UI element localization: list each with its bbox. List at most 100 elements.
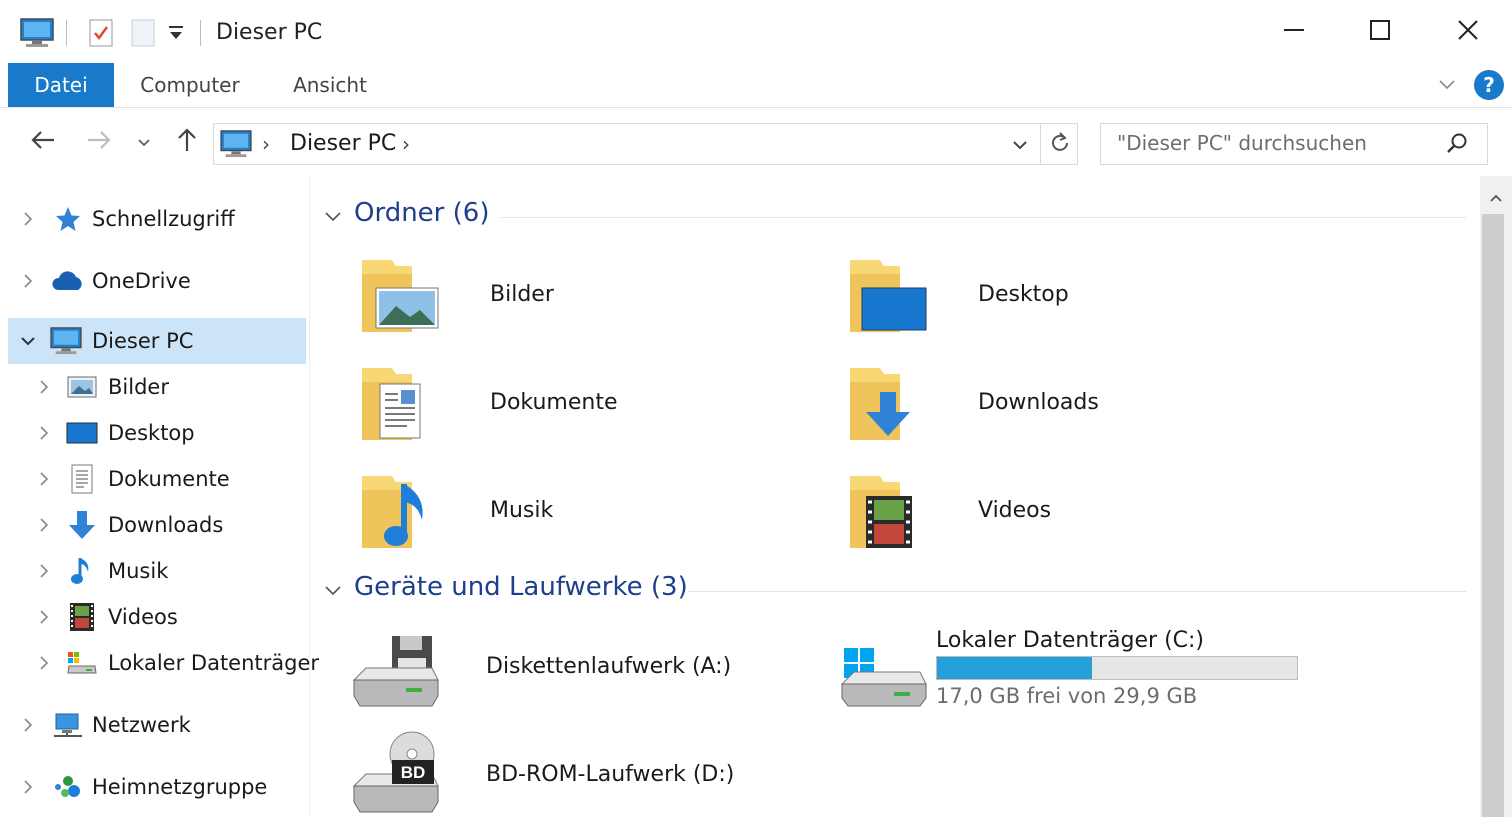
sidebar-item-onedrive[interactable]: OneDrive: [8, 258, 306, 304]
address-bar[interactable]: › Dieser PC ›: [213, 123, 1078, 165]
arrow-up-icon: [176, 127, 198, 157]
folder-tile-musik[interactable]: Musik: [352, 470, 772, 570]
group-header-ordner[interactable]: Ordner (6): [324, 198, 1474, 234]
breadcrumb-dieser-pc[interactable]: Dieser PC: [290, 131, 396, 156]
customize-toolbar-icon[interactable]: [166, 22, 186, 48]
divider: [688, 591, 1466, 592]
network-icon: [52, 709, 84, 741]
back-button[interactable]: [26, 124, 60, 160]
tab-ansicht[interactable]: Ansicht: [276, 63, 384, 107]
tab-computer[interactable]: Computer: [126, 63, 254, 107]
chevron-right-icon[interactable]: [34, 653, 54, 673]
drive-tile-d[interactable]: BD BD-ROM-Laufwerk (D:): [348, 730, 768, 817]
navigation-pane: Schnellzugriff OneDrive Dieser PC Bilder…: [0, 176, 319, 817]
sidebar-item-netzwerk[interactable]: Netzwerk: [8, 702, 306, 748]
search-input[interactable]: [1117, 131, 1437, 155]
close-icon: [1457, 19, 1479, 45]
drive-label: Lokaler Datenträger (C:): [936, 628, 1205, 653]
ribbon: Datei Computer Ansicht ?: [0, 62, 1512, 108]
sidebar-item-dieser-pc[interactable]: Dieser PC: [8, 318, 306, 364]
chevron-right-icon[interactable]: [18, 777, 38, 797]
up-button[interactable]: [170, 124, 204, 160]
chevron-right-icon[interactable]: [34, 469, 54, 489]
maximize-button[interactable]: [1356, 12, 1404, 52]
tab-datei[interactable]: Datei: [8, 63, 114, 107]
new-folder-icon[interactable]: [130, 18, 156, 52]
group-label: Geräte und Laufwerke (3): [354, 572, 688, 602]
sidebar-item-videos[interactable]: Videos: [8, 594, 306, 640]
sidebar-item-label: Desktop: [108, 421, 195, 445]
bd-rom-drive-icon: BD: [348, 730, 448, 817]
chevron-right-icon[interactable]: [18, 271, 38, 291]
chevron-down-icon: [137, 133, 151, 152]
sidebar-item-heimnetzgruppe[interactable]: Heimnetzgruppe: [8, 764, 306, 810]
folder-tile-downloads[interactable]: Downloads: [840, 362, 1260, 462]
chevron-right-icon[interactable]: [34, 377, 54, 397]
sidebar-item-downloads[interactable]: Downloads: [8, 502, 306, 548]
minimize-button[interactable]: [1270, 12, 1318, 52]
pictures-icon: [66, 371, 98, 403]
search-box[interactable]: [1100, 123, 1488, 165]
sidebar-item-label: Musik: [108, 559, 169, 583]
chevron-up-icon: [1489, 188, 1503, 207]
chevron-right-icon[interactable]: [18, 715, 38, 735]
chevron-right-icon[interactable]: [34, 561, 54, 581]
close-button[interactable]: [1444, 12, 1492, 52]
refresh-button[interactable]: [1040, 124, 1078, 164]
chevron-down-icon[interactable]: [18, 331, 38, 351]
chevron-right-icon[interactable]: [34, 515, 54, 535]
drive-free-space: 17,0 GB frei von 29,9 GB: [936, 684, 1198, 708]
arrow-right-icon: [86, 129, 112, 155]
chevron-down-icon: [324, 208, 342, 227]
homegroup-icon: [52, 771, 84, 803]
drive-usage-fill: [937, 657, 1093, 679]
folder-label: Desktop: [978, 282, 1069, 307]
address-history-button[interactable]: [1002, 124, 1038, 164]
chevron-right-icon[interactable]: [18, 209, 38, 229]
search-icon[interactable]: [1445, 132, 1469, 160]
scrollbar-thumb[interactable]: [1482, 214, 1504, 817]
local-disk-icon: [66, 647, 98, 679]
help-button[interactable]: ?: [1474, 70, 1504, 100]
drive-label: BD-ROM-Laufwerk (D:): [486, 762, 735, 787]
drive-tile-a[interactable]: Diskettenlaufwerk (A:): [348, 622, 768, 722]
sidebar-item-dokumente[interactable]: Dokumente: [8, 456, 306, 502]
window-title: Dieser PC: [216, 20, 323, 45]
folder-tile-desktop[interactable]: Desktop: [840, 254, 1260, 354]
forward-button[interactable]: [82, 124, 116, 160]
folder-label: Musik: [490, 498, 554, 523]
chevron-down-icon: [1438, 76, 1456, 95]
chevron-right-icon[interactable]: [34, 607, 54, 627]
separator: [200, 20, 201, 46]
sidebar-item-schnellzugriff[interactable]: Schnellzugriff: [8, 196, 306, 242]
vertical-scrollbar[interactable]: [1480, 176, 1512, 817]
group-label: Ordner (6): [354, 198, 490, 228]
folder-tile-dokumente[interactable]: Dokumente: [352, 362, 772, 462]
scroll-up-button[interactable]: [1480, 182, 1512, 212]
arrow-left-icon: [30, 129, 56, 155]
sidebar-item-bilder[interactable]: Bilder: [8, 364, 306, 410]
downloads-folder-icon: [840, 362, 940, 462]
chevron-down-icon: [1012, 135, 1028, 154]
computer-icon: [220, 130, 252, 162]
sidebar-item-musik[interactable]: Musik: [8, 548, 306, 594]
sidebar-item-label: Bilder: [108, 375, 169, 399]
drive-label: Diskettenlaufwerk (A:): [486, 654, 732, 679]
folder-tile-bilder[interactable]: Bilder: [352, 254, 772, 354]
folder-label: Bilder: [490, 282, 554, 307]
chevron-right-icon[interactable]: [34, 423, 54, 443]
breadcrumb-chevron-icon[interactable]: ›: [402, 132, 410, 156]
sidebar-item-label: Lokaler Datenträger: [108, 651, 320, 675]
breadcrumb-chevron-icon[interactable]: ›: [262, 132, 270, 156]
computer-icon[interactable]: [20, 18, 54, 52]
recent-locations-button[interactable]: [130, 124, 158, 160]
downloads-icon: [66, 509, 98, 541]
refresh-icon: [1050, 131, 1070, 157]
ribbon-expand-button[interactable]: [1434, 74, 1460, 96]
folder-tile-videos[interactable]: Videos: [840, 470, 1260, 570]
folder-label: Dokumente: [490, 390, 618, 415]
properties-icon[interactable]: [88, 18, 114, 52]
group-header-geraete[interactable]: Geräte und Laufwerke (3): [324, 572, 1474, 608]
sidebar-item-desktop[interactable]: Desktop: [8, 410, 306, 456]
sidebar-item-lokaler-datentraeger[interactable]: Lokaler Datenträger: [8, 640, 319, 686]
